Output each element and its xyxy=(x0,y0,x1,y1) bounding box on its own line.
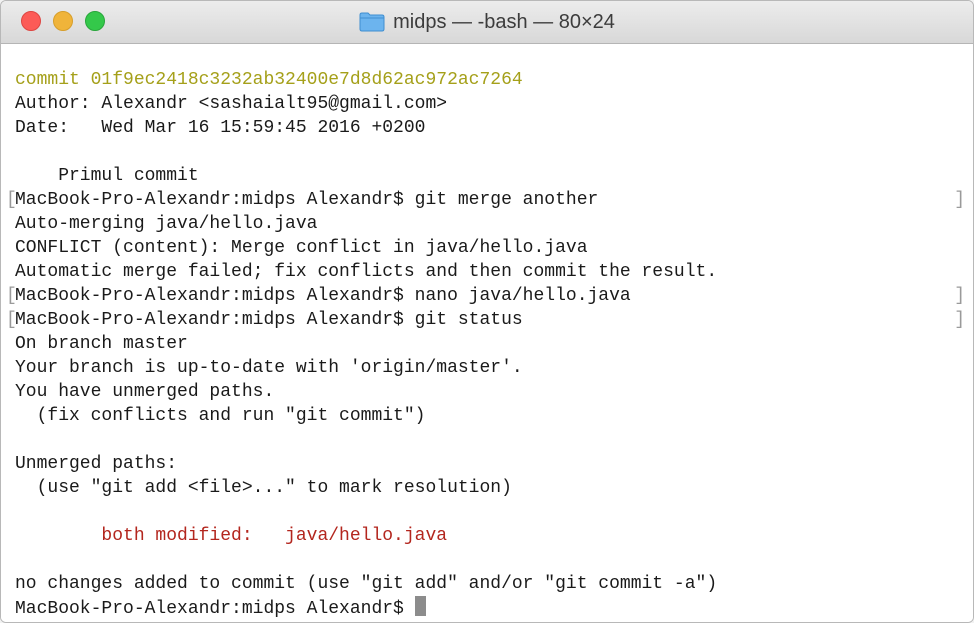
prompt-text: MacBook-Pro-Alexandr:midps Alexandr$ xyxy=(15,599,415,619)
line-mark-right: ] xyxy=(954,286,965,306)
window-title: midps — -bash — 80×24 xyxy=(393,10,615,33)
output-line-fix-hint: (fix conflicts and run "git commit") xyxy=(15,406,426,426)
terminal-output[interactable]: commit 01f9ec2418c3232ab32400e7d8d62ac97… xyxy=(1,44,973,622)
output-line-both-modified: both modified: java/hello.java xyxy=(15,526,448,546)
line-mark-right: ] xyxy=(954,190,965,210)
output-line-merge-failed: Automatic merge failed; fix conflicts an… xyxy=(15,262,718,282)
output-line-auto-merging: Auto-merging java/hello.java xyxy=(15,214,318,234)
current-prompt-line[interactable]: MacBook-Pro-Alexandr:midps Alexandr$ xyxy=(15,596,426,620)
output-line-unmerged-paths-notice: You have unmerged paths. xyxy=(15,382,275,402)
block-cursor-icon xyxy=(414,596,426,616)
terminal-window: midps — -bash — 80×24 commit 01f9ec2418c… xyxy=(0,0,974,623)
prompt-line-nano: MacBook-Pro-Alexandr:midps Alexandr$ nan… xyxy=(15,286,631,306)
output-line-add-hint: (use "git add <file>..." to mark resolut… xyxy=(15,478,512,498)
prompt-line-merge: MacBook-Pro-Alexandr:midps Alexandr$ git… xyxy=(15,190,599,210)
output-line-conflict: CONFLICT (content): Merge conflict in ja… xyxy=(15,238,588,258)
output-line-up-to-date: Your branch is up-to-date with 'origin/m… xyxy=(15,358,523,378)
author-line: Author: Alexandr <sashaialt95@gmail.com> xyxy=(15,94,448,114)
commit-message-line: Primul commit xyxy=(15,166,199,186)
window-title-area: midps — -bash — 80×24 xyxy=(1,1,973,43)
output-line-branch: On branch master xyxy=(15,334,188,354)
line-mark-right: ] xyxy=(954,310,965,330)
folder-icon xyxy=(359,12,385,32)
prompt-line-status: MacBook-Pro-Alexandr:midps Alexandr$ git… xyxy=(15,310,523,330)
output-line-unmerged-header: Unmerged paths: xyxy=(15,454,178,474)
output-line-no-changes: no changes added to commit (use "git add… xyxy=(15,574,718,594)
commit-line: commit 01f9ec2418c3232ab32400e7d8d62ac97… xyxy=(15,70,523,90)
date-line: Date: Wed Mar 16 15:59:45 2016 +0200 xyxy=(15,118,426,138)
title-bar[interactable]: midps — -bash — 80×24 xyxy=(1,1,973,44)
